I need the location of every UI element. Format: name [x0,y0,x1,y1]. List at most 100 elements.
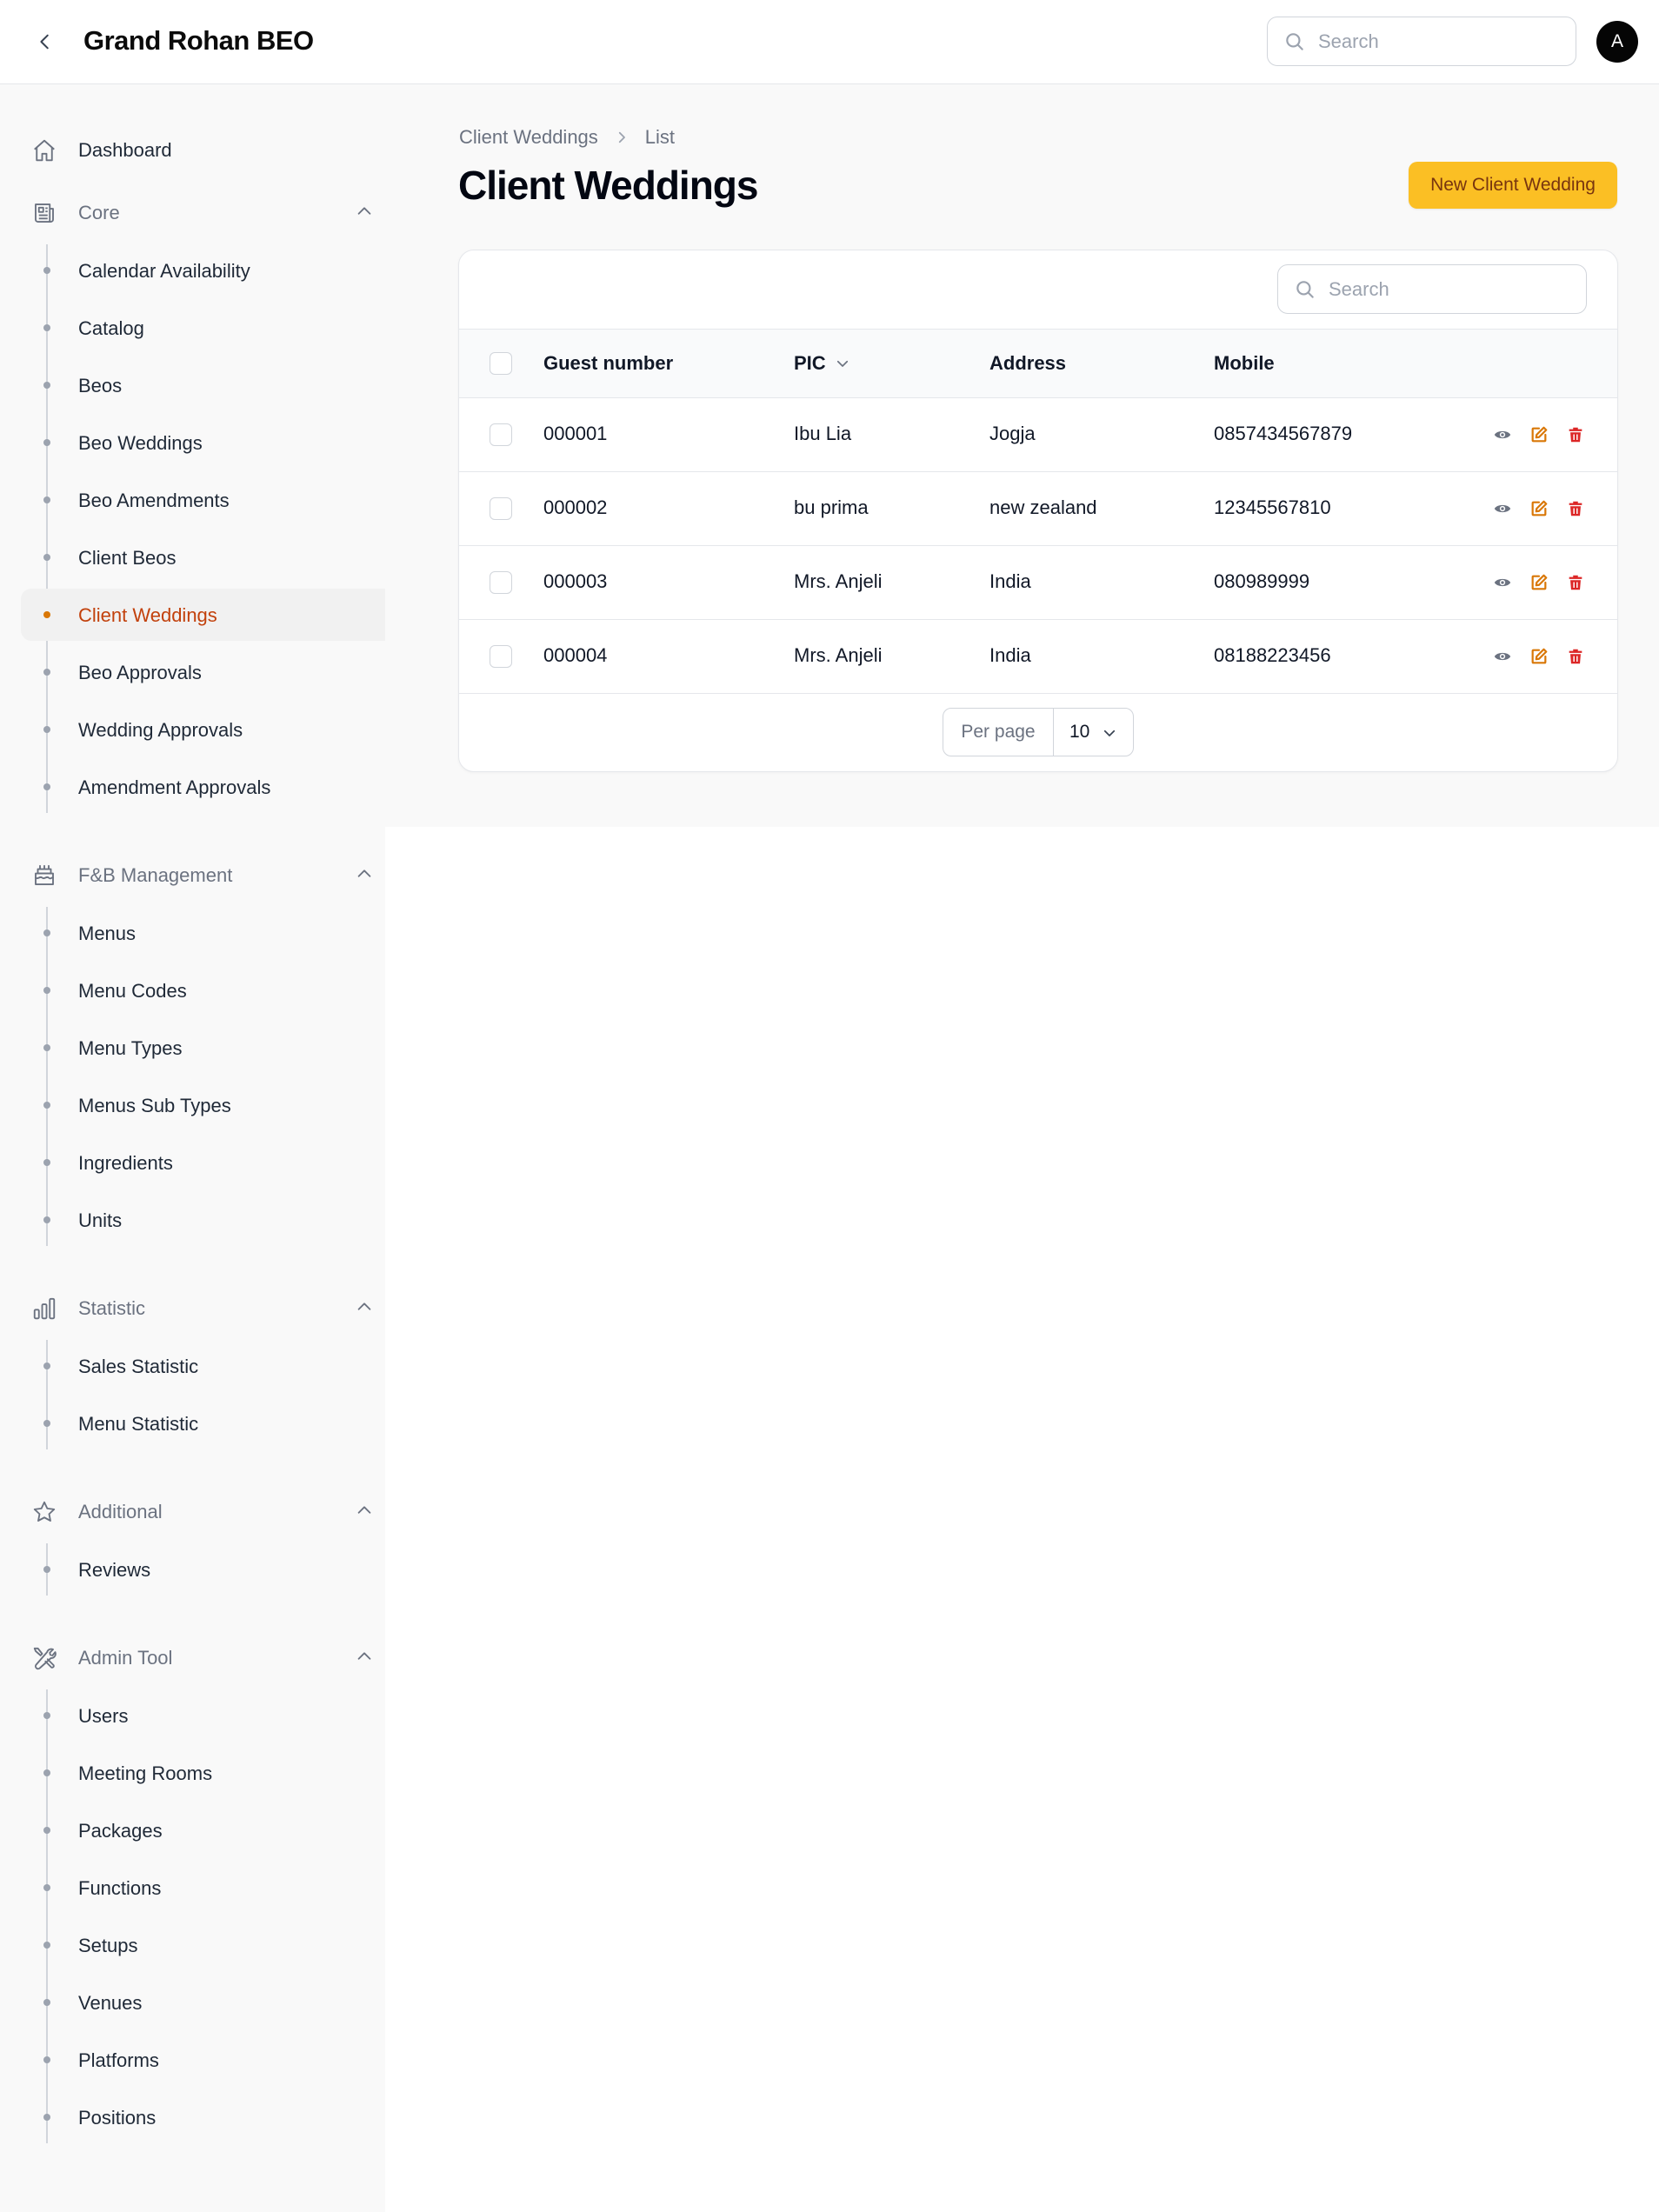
cell-pic: Mrs. Anjeli [794,570,883,592]
sidebar-item-calendar-availability[interactable]: Calendar Availability [21,244,396,296]
sidebar-item-beo-approvals[interactable]: Beo Approvals [21,646,396,698]
sidebar-item-meeting-rooms[interactable]: Meeting Rooms [21,1747,396,1799]
per-page-label: Per page [943,709,1054,756]
cell-mobile: 12345567810 [1214,496,1331,518]
chevron-up-icon [355,1297,377,1320]
view-button[interactable] [1491,497,1514,520]
sidebar-item-label: Units [78,1209,123,1231]
eye-icon [1494,504,1511,513]
delete-button[interactable] [1564,571,1587,594]
sidebar-item-users[interactable]: Users [21,1689,396,1742]
table-search-input[interactable] [1329,277,1555,301]
sidebar-item-beo-weddings[interactable]: Beo Weddings [21,416,396,469]
sidebar-item-label: Client Weddings [78,604,217,626]
row-checkbox[interactable] [490,645,512,668]
cell-pic: Mrs. Anjeli [794,644,883,666]
newspaper-icon [31,200,57,226]
edit-icon [1531,426,1548,443]
sidebar-item-wedding-approvals[interactable]: Wedding Approvals [21,703,396,756]
sidebar-group-core[interactable]: Core [21,187,396,239]
sidebar-item-sales-statistic[interactable]: Sales Statistic [21,1340,396,1392]
column-header-guest-number[interactable]: Guest number [543,352,673,375]
edit-button[interactable] [1528,645,1550,668]
view-button[interactable] [1491,423,1514,446]
per-page-select[interactable]: Per page 10 [943,708,1134,756]
sidebar-item-client-weddings[interactable]: Client Weddings [21,589,396,641]
table-search[interactable] [1277,264,1587,314]
sidebar-item-ingredients[interactable]: Ingredients [21,1136,396,1189]
sidebar-group-fandb-management[interactable]: F&B Management [21,849,396,902]
sidebar-item-platforms[interactable]: Platforms [21,2034,396,2086]
bullet-dot [43,1566,50,1573]
bullet-dot [43,669,50,676]
sidebar-item-label: Positions [78,2107,157,2129]
delete-button[interactable] [1564,423,1587,446]
sidebar-item-client-beos[interactable]: Client Beos [21,531,396,583]
row-checkbox[interactable] [490,497,512,520]
sidebar-item-venues[interactable]: Venues [21,1976,396,2029]
sidebar-item-label: Platforms [78,2049,159,2071]
trash-icon [1569,649,1582,664]
column-header-mobile[interactable]: Mobile [1214,352,1275,375]
row-checkbox[interactable] [490,423,512,446]
new-client-wedding-button[interactable]: New Client Wedding [1409,162,1617,209]
sidebar-group-statistic[interactable]: Statistic [21,1283,396,1335]
sidebar-item-menu-statistic[interactable]: Menu Statistic [21,1397,396,1449]
trash-icon [1569,501,1582,516]
bullet-dot [43,439,50,446]
bullet-dot [43,382,50,389]
sidebar-item-label: Functions [78,1877,162,1899]
edit-button[interactable] [1528,571,1550,594]
sidebar-item-setups[interactable]: Setups [21,1919,396,1971]
cell-guest-number: 000003 [543,570,608,592]
sidebar-item-menu-codes[interactable]: Menu Codes [21,964,396,1016]
edit-button[interactable] [1528,497,1550,520]
delete-button[interactable] [1564,497,1587,520]
eye-icon [1494,578,1511,587]
breadcrumb-parent[interactable]: Client Weddings [459,126,598,149]
sidebar-item-beos[interactable]: Beos [21,359,396,411]
sidebar-group-label: Admin Tool [78,1647,173,1669]
sidebar-group-additional[interactable]: Additional [21,1486,396,1538]
cake-icon [31,863,57,889]
cell-mobile: 08188223456 [1214,644,1331,666]
global-search-input[interactable] [1318,30,1544,53]
sidebar-group-label: F&B Management [78,864,233,886]
per-page-dropdown[interactable]: 10 [1054,709,1133,756]
cell-mobile: 0857434567879 [1214,423,1353,444]
sidebar-item-functions[interactable]: Functions [21,1862,396,1914]
column-header-pic[interactable]: PIC [794,352,850,375]
eye-icon [1494,652,1511,661]
sidebar-item-packages[interactable]: Packages [21,1804,396,1856]
sidebar-item-menus-sub-types[interactable]: Menus Sub Types [21,1079,396,1131]
delete-button[interactable] [1564,645,1587,668]
sidebar-group-admin-tool[interactable]: Admin Tool [21,1632,396,1684]
search-icon [1296,280,1314,298]
sidebar-item-label: Beos [78,375,123,396]
global-search[interactable] [1267,17,1576,66]
sidebar-item-amendment-approvals[interactable]: Amendment Approvals [21,761,396,813]
column-header-address[interactable]: Address [989,352,1066,375]
table-row: 000001 Ibu Lia Jogja 0857434567879 [459,398,1617,472]
sidebar-item-catalog[interactable]: Catalog [21,302,396,354]
back-button[interactable] [28,24,63,59]
bullet-dot [43,1827,50,1834]
sidebar-item-label: Venues [78,1992,143,2014]
row-checkbox[interactable] [490,571,512,594]
edit-button[interactable] [1528,423,1550,446]
sidebar-item-reviews[interactable]: Reviews [21,1543,396,1596]
bullet-dot [43,496,50,503]
avatar[interactable]: A [1596,21,1638,63]
sidebar-item-label: Client Beos [78,547,177,569]
bullet-dot [43,1769,50,1776]
bullet-dot [43,1216,50,1223]
sidebar-item-dashboard[interactable]: Dashboard [21,124,396,177]
sidebar-item-menus[interactable]: Menus [21,907,396,959]
view-button[interactable] [1491,571,1514,594]
sidebar-item-menu-types[interactable]: Menu Types [21,1022,396,1074]
sidebar-item-units[interactable]: Units [21,1194,396,1246]
sidebar-item-beo-amendments[interactable]: Beo Amendments [21,474,396,526]
view-button[interactable] [1491,645,1514,668]
select-all-checkbox[interactable] [490,352,512,375]
sidebar-item-positions[interactable]: Positions [21,2091,396,2143]
